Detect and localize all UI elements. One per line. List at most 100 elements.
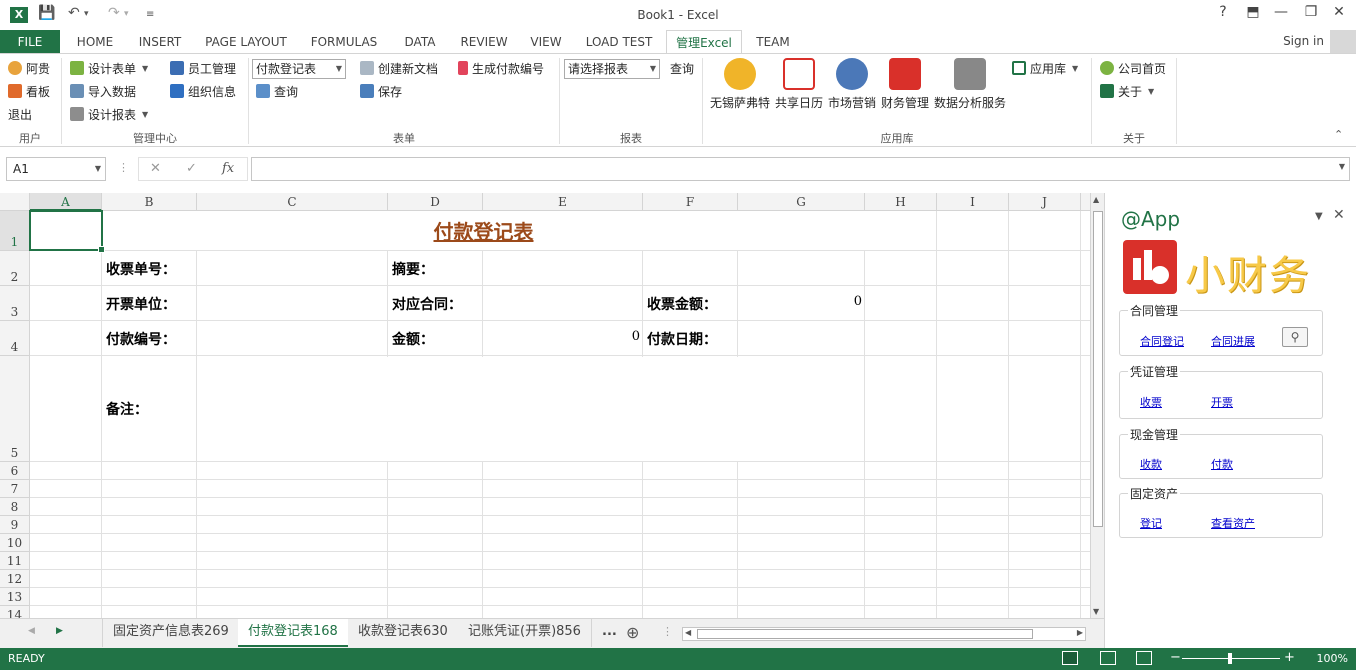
row-header-12[interactable]: 12 [0,570,30,588]
row-header-7[interactable]: 7 [0,480,30,498]
customize-qat-icon[interactable]: ≡ [146,9,154,20]
value-receipt-amount[interactable]: 0 [740,294,862,309]
create-document-button[interactable]: 创建新文档 [360,58,438,78]
sheet-scroll-right-icon[interactable]: ▶ [56,626,63,636]
app-store-button[interactable]: 应用库 ▼ [1012,58,1078,78]
tab-home[interactable]: HOME [66,30,124,54]
save-form-button[interactable]: 保存 [360,81,402,101]
insert-function-icon[interactable]: fx [222,161,234,176]
about-button[interactable]: 关于 ▼ [1100,81,1154,101]
tab-review[interactable]: REVIEW [452,30,516,54]
scroll-up-icon[interactable]: ▲ [1093,195,1099,204]
tab-data[interactable]: DATA [392,30,448,54]
tab-load-test[interactable]: LOAD TEST [576,30,662,54]
column-header-h[interactable]: H [865,193,937,211]
report-select[interactable]: 请选择报表 ▼ [564,59,660,79]
page-break-view-icon[interactable] [1136,651,1152,665]
staff-management-button[interactable]: 员工管理 [170,58,236,78]
label-receipt-amount[interactable]: 收票金额： [647,286,717,321]
app-wuxi-button[interactable]: 无锡萨弗特 [708,58,772,111]
row-header-3[interactable]: 3 [0,286,30,321]
design-report-button[interactable]: 设计报表 ▼ [70,104,148,124]
search-icon[interactable]: ⚲ [1282,327,1308,347]
row-header-10[interactable]: 10 [0,534,30,552]
sheet-title[interactable]: 付款登记表 [102,211,865,250]
form-query-button[interactable]: 查询 [256,81,298,101]
label-contract[interactable]: 对应合同： [392,286,462,321]
link-receipt[interactable]: 收款 [1140,456,1162,472]
row-header-11[interactable]: 11 [0,552,30,570]
form-select[interactable]: 付款登记表 ▼ [252,59,346,79]
column-header-i[interactable]: I [937,193,1009,211]
label-payment-no[interactable]: 付款编号： [106,321,176,356]
column-header-k[interactable] [1081,193,1090,211]
column-header-c[interactable]: C [197,193,388,211]
import-data-button[interactable]: 导入数据 [70,81,136,101]
board-button[interactable]: 看板 [8,81,50,101]
zoom-slider-thumb[interactable] [1228,653,1232,664]
row-header-4[interactable]: 4 [0,321,30,356]
zoom-level[interactable]: 100% [1317,652,1348,665]
help-button[interactable]: ? [1210,4,1236,20]
label-summary[interactable]: 摘要： [392,251,434,286]
active-cell-a1[interactable] [29,210,105,253]
row-header-6[interactable]: 6 [0,462,30,480]
tab-page-layout[interactable]: PAGE LAYOUT [196,30,296,54]
row-header-9[interactable]: 9 [0,516,30,534]
design-form-button[interactable]: 设计表单 ▼ [70,58,148,78]
page-layout-view-icon[interactable] [1100,651,1116,665]
row-header-2[interactable]: 2 [0,251,30,286]
value-amount[interactable]: 0 [486,329,640,344]
column-header-j[interactable]: J [1009,193,1081,211]
row-header-14[interactable]: 14 [0,606,30,618]
row-header-8[interactable]: 8 [0,498,30,516]
sheet-tab-receipt-register[interactable]: 收款登记表630 [348,619,459,647]
row-header-13[interactable]: 13 [0,588,30,606]
tab-manage-excel[interactable]: 管理Excel [666,30,742,55]
vertical-scrollbar[interactable]: ▲ ▼ [1090,193,1104,618]
logout-button[interactable]: 退出 [8,104,32,124]
link-issue-invoice[interactable]: 开票 [1211,394,1233,410]
tab-view[interactable]: VIEW [522,30,570,54]
merged-remarks-area[interactable] [197,357,864,461]
name-box[interactable]: A1 ▼ [6,157,106,181]
zoom-out-button[interactable]: − [1170,650,1181,665]
horizontal-scrollbar[interactable]: ◀ ▶ [682,627,1086,641]
app-finance-button[interactable]: 财务管理 [880,58,930,111]
sheet-tab-payment-register[interactable]: 付款登记表168 [238,619,349,647]
account-avatar[interactable] [1330,30,1356,54]
company-home-button[interactable]: 公司首页 [1100,58,1166,78]
vertical-scroll-thumb[interactable] [1093,211,1103,527]
tab-file[interactable]: FILE [0,30,60,54]
label-remarks[interactable]: 备注： [106,391,148,426]
link-asset-register[interactable]: 登记 [1140,515,1162,531]
tab-team[interactable]: TEAM [746,30,800,54]
app-marketing-button[interactable]: 市场营销 [826,58,878,111]
column-header-b[interactable]: B [102,193,197,211]
maximize-button[interactable]: ❐ [1298,4,1324,20]
normal-view-icon[interactable] [1062,651,1078,665]
link-receive-invoice[interactable]: 收票 [1140,394,1162,410]
sign-in-link[interactable]: Sign in [1283,34,1324,48]
app-data-analysis-button[interactable]: 数据分析服务 [932,58,1008,111]
redo-icon[interactable]: ↷ [108,5,120,21]
tab-formulas[interactable]: FORMULAS [302,30,386,54]
column-header-d[interactable]: D [388,193,483,211]
zoom-in-button[interactable]: + [1284,650,1295,665]
column-header-a[interactable]: A [30,193,102,211]
pane-close-icon[interactable]: ✕ [1333,207,1345,223]
sheet-tab-fixed-assets[interactable]: 固定资产信息表269 [102,619,240,647]
redo-dropdown-icon[interactable]: ▾ [124,9,129,19]
label-issuer[interactable]: 开票单位： [106,286,176,321]
add-sheet-icon[interactable]: ⊕ [626,623,639,642]
formula-input[interactable]: ▼ [251,157,1350,181]
sheet-tab-voucher[interactable]: 记账凭证(开票)856 [458,619,592,647]
more-sheets-button[interactable]: ... [592,619,627,647]
column-header-f[interactable]: F [643,193,738,211]
pane-options-icon[interactable]: ▼ [1315,211,1323,222]
link-payment[interactable]: 付款 [1211,456,1233,472]
undo-icon[interactable]: ↶ [68,5,80,21]
column-header-g[interactable]: G [738,193,865,211]
ribbon-display-options-button[interactable]: ⬒ [1240,4,1266,20]
link-contract-register[interactable]: 合同登记 [1140,333,1184,349]
